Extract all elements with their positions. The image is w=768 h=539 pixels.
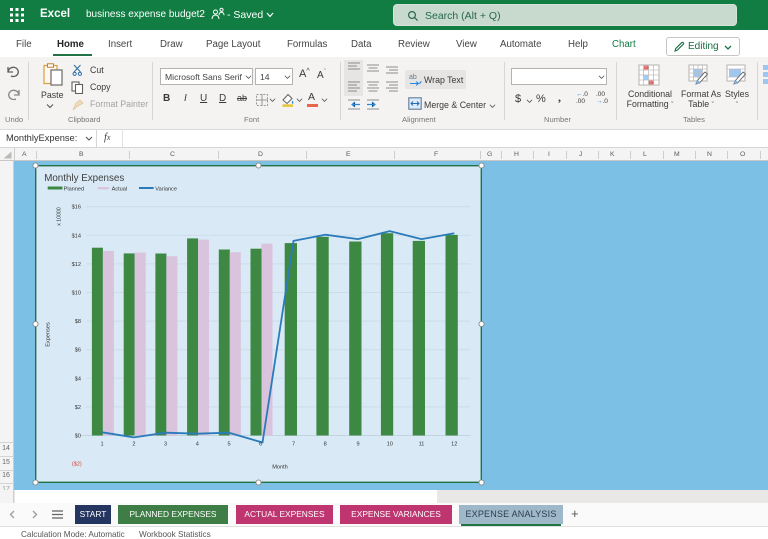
svg-text:100: 100 <box>644 66 650 70</box>
svg-text:ab: ab <box>409 74 417 81</box>
svg-text:100: 100 <box>649 81 655 85</box>
